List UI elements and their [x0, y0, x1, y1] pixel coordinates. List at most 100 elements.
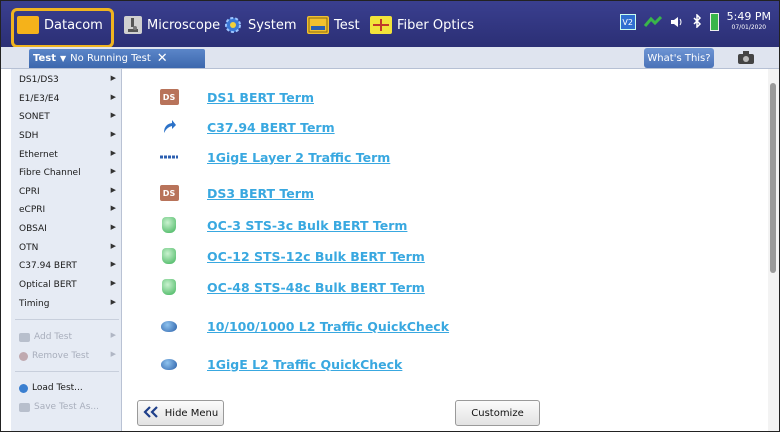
chevron-right-icon: ▶: [110, 93, 116, 101]
sidebar-item-c37-94-bert[interactable]: C37.94 BERT ▶: [11, 257, 122, 275]
bluetooth-icon[interactable]: [692, 12, 702, 32]
test-icon: [307, 16, 329, 34]
dropdown-icon[interactable]: ▼: [60, 54, 66, 63]
test-item-10-100-1000-l2-traffic-quickcheck[interactable]: 10/100/1000 L2 Traffic QuickCheck: [157, 315, 449, 337]
chevron-right-icon: ▶: [110, 350, 116, 358]
customize-button[interactable]: Customize: [455, 400, 540, 426]
ds1-badge: DS: [159, 89, 179, 105]
load-test-action[interactable]: Load Test...: [11, 379, 122, 397]
datacom-icon: [17, 16, 39, 34]
arrow-icon: [157, 118, 181, 136]
test-category-sidebar: DS1/DS3 ▶ E1/E3/E4 ▶ SONET ▶ SDH ▶ Ethernet ▶…: [11, 69, 122, 431]
hide-menu-button[interactable]: Hide Menu: [137, 400, 224, 426]
save-icon: [19, 402, 30, 412]
fiber-optics-icon: [370, 16, 392, 34]
chevron-right-icon: ▶: [110, 242, 116, 250]
menu-datacom-label: Datacom: [44, 17, 103, 33]
v2-badge: V2: [619, 14, 636, 30]
speaker-icon[interactable]: [670, 13, 684, 32]
chevron-right-icon: ▶: [110, 223, 116, 231]
clock: 5:49 PM 07/01/2020: [727, 11, 771, 33]
test-item-oc-12-sts-12c-bulk-bert-term[interactable]: OC-12 STS-12c Bulk BERT Term: [157, 245, 425, 267]
sidebar-item-ecpri[interactable]: eCPRI ▶: [11, 201, 122, 219]
sidebar-item-label: DS1/DS3: [19, 75, 59, 85]
menu-datacom[interactable]: Datacom: [17, 11, 103, 39]
test-item-label: OC-3 STS-3c Bulk BERT Term: [207, 217, 408, 233]
test-item-1gige-layer-2-traffic-term[interactable]: 1GigE Layer 2 Traffic Term: [157, 146, 390, 168]
menu-test[interactable]: Test: [307, 11, 360, 39]
sidebar-item-label: Optical BERT: [19, 280, 77, 290]
sidebar-item-label: SDH: [19, 131, 39, 141]
test-item-label: 1GigE L2 Traffic QuickCheck: [207, 356, 403, 372]
test-item-oc-48-sts-48c-bulk-bert-term[interactable]: OC-48 STS-48c Bulk BERT Term: [157, 276, 425, 298]
chevron-right-icon: ▶: [110, 279, 116, 287]
load-test-label: Load Test...: [32, 383, 83, 393]
remove-test-icon: [19, 351, 28, 361]
remote-icon: [643, 13, 662, 32]
sidebar-item-sonet[interactable]: SONET ▶: [11, 108, 122, 126]
camera-icon[interactable]: [737, 50, 755, 65]
sidebar-item-label: C37.94 BERT: [19, 261, 77, 271]
load-test-icon: [19, 383, 28, 393]
double-chevron-left-icon: [143, 405, 159, 421]
sidebar-item-sdh[interactable]: SDH ▶: [11, 127, 122, 145]
test-tab-bar: Test ▼ No Running Test ✕ What's This?: [1, 47, 779, 69]
menu-fiber-optics-label: Fiber Optics: [397, 17, 474, 33]
sidebar-item-ds1-ds3[interactable]: DS1/DS3 ▶: [11, 71, 122, 89]
sidebar-item-e1-e3-e4[interactable]: E1/E3/E4 ▶: [11, 90, 122, 108]
test-item-label: DS3 BERT Term: [207, 185, 314, 201]
chevron-right-icon: ▶: [110, 260, 116, 268]
sidebar-item-label: SONET: [19, 112, 50, 122]
ethernet-icon: [157, 355, 181, 373]
sidebar-item-label: CPRI: [19, 187, 40, 197]
scrollbar-thumb[interactable]: [770, 83, 776, 273]
test-item-c37-94-bert-term[interactable]: C37.94 BERT Term: [157, 116, 335, 138]
sidebar-item-ethernet[interactable]: Ethernet ▶: [11, 146, 122, 164]
sidebar-item-optical-bert[interactable]: Optical BERT ▶: [11, 276, 122, 294]
sidebar-item-otn[interactable]: OTN ▶: [11, 239, 122, 257]
menu-test-label: Test: [334, 17, 360, 33]
save-test-as-action: Save Test As...: [11, 398, 122, 416]
add-test-label: Add Test: [34, 332, 73, 342]
close-icon[interactable]: ✕: [157, 51, 168, 66]
test-item-label: 10/100/1000 L2 Traffic QuickCheck: [207, 318, 450, 334]
test-item-label: 1GigE Layer 2 Traffic Term: [207, 149, 391, 165]
sonet-icon: [157, 216, 181, 234]
save-test-as-label: Save Test As...: [34, 402, 99, 412]
test-item-1gige-l2-traffic-quickcheck[interactable]: 1GigE L2 Traffic QuickCheck: [157, 353, 402, 375]
menu-system[interactable]: System: [223, 11, 296, 39]
test-item-oc-3-sts-3c-bulk-bert-term[interactable]: OC-3 STS-3c Bulk BERT Term: [157, 214, 407, 236]
menu-microscope[interactable]: Microscope: [124, 11, 220, 39]
sidebar-item-timing[interactable]: Timing ▶: [11, 295, 122, 313]
test-item-label: OC-12 STS-12c Bulk BERT Term: [207, 248, 425, 264]
test-item-label: OC-48 STS-48c Bulk BERT Term: [207, 279, 425, 295]
test-item-label: DS1 BERT Term: [207, 89, 314, 105]
chevron-right-icon: ▶: [110, 331, 116, 339]
chevron-right-icon: ▶: [110, 149, 116, 157]
test-item-ds3-bert-term[interactable]: DS DS3 BERT Term: [157, 182, 314, 204]
sidebar-item-obsai[interactable]: OBSAI ▶: [11, 220, 122, 238]
chevron-right-icon: ▶: [110, 74, 116, 82]
ethernet-icon: [157, 317, 181, 335]
sidebar-item-fibre-channel[interactable]: Fibre Channel ▶: [11, 164, 122, 182]
sonet-icon: [157, 247, 181, 265]
test-tab-status: No Running Test: [70, 53, 151, 64]
ds3-icon: DS: [157, 184, 181, 202]
ds3-badge: DS: [159, 185, 179, 201]
whats-this-button[interactable]: What's This?: [644, 48, 714, 68]
sidebar-item-label: E1/E3/E4: [19, 94, 60, 104]
test-tab[interactable]: Test ▼ No Running Test ✕: [29, 49, 205, 68]
sidebar-item-label: Ethernet: [19, 150, 58, 160]
menu-fiber-optics[interactable]: Fiber Optics: [370, 11, 474, 39]
chevron-right-icon: ▶: [110, 167, 116, 175]
test-item-label: C37.94 BERT Term: [207, 119, 335, 135]
gear-icon: [223, 16, 243, 34]
sidebar-item-label: eCPRI: [19, 205, 46, 215]
chevron-right-icon: ▶: [110, 111, 116, 119]
vertical-scrollbar[interactable]: [768, 69, 779, 431]
add-test-action: Add Test ▶: [11, 328, 122, 346]
sidebar-item-cpri[interactable]: CPRI ▶: [11, 183, 122, 201]
test-item-ds1-bert-term[interactable]: DS DS1 BERT Term: [157, 86, 314, 108]
ds1-icon: DS: [157, 88, 181, 106]
status-area: V2 5:49 PM 07/01/2020: [619, 11, 771, 33]
